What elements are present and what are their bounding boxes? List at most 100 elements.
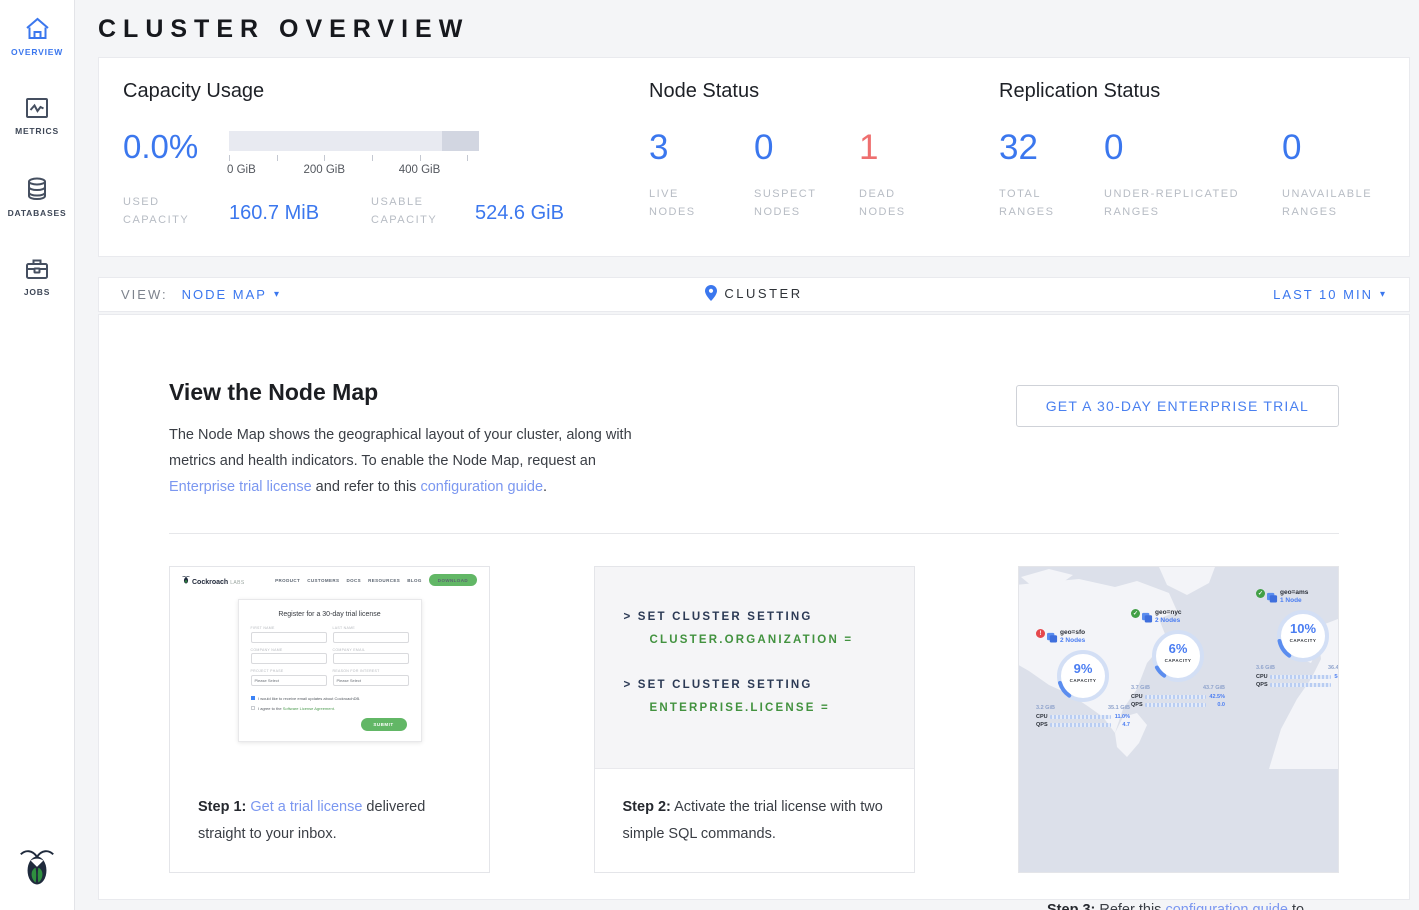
chevron-down-icon: ▾ [1380,289,1387,300]
sidebar-item-label: METRICS [15,126,59,136]
main-content: CLUSTER OVERVIEW Capacity Usage 0.0% 0 G… [75,0,1419,900]
sidebar-item-databases[interactable]: DATABASES [0,176,74,240]
sql-line: > SET CLUSTER SETTING [624,679,914,691]
cpu-bar [1050,715,1111,719]
chevron-down-icon[interactable]: ▾ [274,289,281,300]
under-replicated-ranges-metric: 0 UNDER-REPLICATED RANGES [1104,129,1282,221]
registration-screenshot: CockroachLABS PRODUCTCUSTOMERSDOCSRESOUR… [170,567,489,769]
axis-tick-label: 0 GiB [227,164,256,176]
enterprise-trial-button[interactable]: GET A 30-DAY ENTERPRISE TRIAL [1016,385,1339,427]
configuration-guide-link[interactable]: configuration guide [1165,902,1288,910]
metric-label: UNDER-REPLICATED RANGES [1104,185,1264,221]
replication-status-section: Replication Status 32 TOTAL RANGES 0 UND… [999,80,1409,256]
site-nav: PRODUCTCUSTOMERSDOCSRESOURCESBLOG DOWNLO… [268,574,477,586]
region-name: geo=ams [1280,589,1308,597]
metric-value: 1 [859,129,964,167]
configuration-guide-link[interactable]: configuration guide [420,479,543,495]
metric-value: 0 [754,129,859,167]
sql-commands-block: > SET CLUSTER SETTING CLUSTER.ORGANIZATI… [595,567,914,769]
sidebar-item-label: DATABASES [8,208,67,218]
briefcase-icon [24,256,50,281]
qps-bar [1270,683,1331,687]
sidebar-item-label: JOBS [24,287,50,297]
breadcrumb: CLUSTER [99,285,1409,304]
cockroach-labs-wordmark: CockroachLABS [182,575,245,586]
enterprise-trial-license-link[interactable]: Enterprise trial license [169,479,312,495]
sidebar-item-metrics[interactable]: METRICS [0,96,74,160]
total-gib: 35.1 GiB [1108,705,1130,711]
qps-value: 0.0 [1209,702,1225,708]
capacity-bar: 0 GiB 200 GiB 400 GiB [229,129,479,179]
usable-capacity-label: USABLE CAPACITY [371,193,475,229]
used-gib: 3.7 GiB [1131,685,1150,691]
capacity-bar-segment [442,131,480,151]
view-label: VIEW: [121,287,168,302]
capacity-percent: 6% [1150,642,1206,656]
metric-value: 32 [999,129,1104,167]
live-nodes-metric: 3 LIVE NODES [649,129,754,221]
step3-card: ! geo=sfo 2 Nodes 9 [1018,566,1339,873]
cpu-value: 11.0% [1114,714,1130,720]
step1-caption: Step 1: Get a trial license delivered st… [170,769,489,847]
node-status-section: Node Status 3 LIVE NODES 0 SUSPECT NODES… [649,80,999,256]
checkbox-icon [251,706,256,711]
get-trial-license-link[interactable]: Get a trial license [250,799,362,815]
sidebar-item-jobs[interactable]: JOBS [0,256,74,320]
qps-value: 4.7 [1114,722,1130,728]
panel-description: The Node Map shows the geographical layo… [169,422,647,500]
cluster-summary-card: Capacity Usage 0.0% 0 GiB 200 GiB 400 Gi… [98,57,1410,257]
metric-label: DEAD NODES [859,185,929,221]
view-toolbar: VIEW: NODE MAP ▾ CLUSTER LAST 10 MIN ▾ [98,277,1410,312]
capacity-label: CAPACITY [1275,638,1331,643]
registration-form: Register for a 30-day trial license FIRS… [238,599,422,742]
used-capacity-value: 160.7 MiB [229,202,371,225]
region-widget-ams: ✓ geo=ams 1 Node 10 [1256,589,1338,688]
used-gib: 3.6 GiB [1256,665,1275,671]
download-button: DOWNLOAD [429,574,477,586]
time-range-dropdown[interactable]: LAST 10 MIN ▾ [1273,287,1387,302]
region-widget-sfo: ! geo=sfo 2 Nodes 9 [1036,629,1130,728]
sql-line: ENTERPRISE.LICENSE = [650,702,914,714]
map-pin-icon [705,285,717,301]
node-map-panel: View the Node Map GET A 30-DAY ENTERPRIS… [98,314,1410,900]
region-name: geo=nyc [1155,609,1182,617]
capacity-percent: 10% [1275,622,1331,636]
capacity-gauge: 10% CAPACITY [1275,608,1331,664]
form-title: Register for a 30-day trial license [251,611,409,618]
region-name: geo=sfo [1060,629,1085,637]
cpu-value: 42.5% [1209,694,1225,700]
view-dropdown[interactable]: NODE MAP [182,287,267,302]
region-widget-nyc: ✓ geo=nyc 2 Nodes 6 [1131,609,1225,708]
qps-bar [1145,703,1206,707]
capacity-gauge: 9% CAPACITY [1055,648,1111,704]
cpu-bar [1270,675,1331,679]
region-nodes: 1 Node [1280,597,1308,605]
unavailable-ranges-metric: 0 UNAVAILABLE RANGES [1282,129,1382,221]
home-icon [24,16,51,41]
capacity-usage-section: Capacity Usage 0.0% 0 GiB 200 GiB 400 Gi… [123,80,649,256]
region-nodes: 2 Nodes [1155,617,1182,625]
used-capacity-label: USED CAPACITY [123,193,229,229]
step1-card: CockroachLABS PRODUCTCUSTOMERSDOCSRESOUR… [169,566,490,873]
cpu-bar [1145,695,1206,699]
used-gib: 3.2 GiB [1036,705,1055,711]
sidebar-item-overview[interactable]: OVERVIEW [0,16,74,80]
cpu-value: 58.3% [1334,674,1338,680]
error-badge-icon: ! [1036,629,1045,638]
cockroach-logo-icon [19,845,55,892]
usable-capacity-value: 524.6 GiB [475,202,564,225]
capacity-label: CAPACITY [1055,678,1111,683]
breadcrumb-label: CLUSTER [724,286,802,301]
axis-tick-label: 400 GiB [399,164,441,176]
axis-tick-label: 200 GiB [303,164,345,176]
dead-nodes-metric: 1 DEAD NODES [859,129,964,221]
qps-value: 4.4 [1334,682,1338,688]
ok-badge-icon: ✓ [1131,609,1140,618]
sql-line: CLUSTER.ORGANIZATION = [650,634,914,646]
checkbox-icon [251,696,256,701]
metric-value: 3 [649,129,754,167]
metric-label: LIVE NODES [649,185,719,221]
metric-value: 0 [1282,129,1382,167]
metric-label: SUSPECT NODES [754,185,834,221]
page-title: CLUSTER OVERVIEW [98,0,1410,57]
